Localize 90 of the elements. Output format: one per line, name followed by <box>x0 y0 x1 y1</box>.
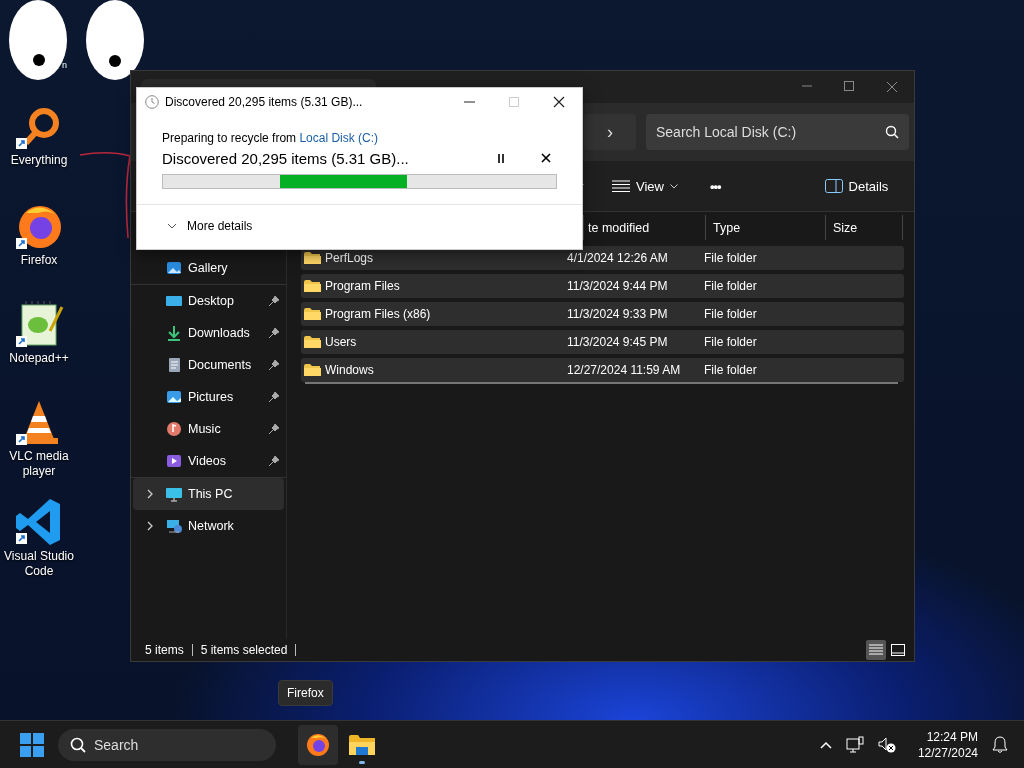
table-cell-text: File folder <box>704 363 758 377</box>
progress-status: Discovered 20,295 items (5.31 GB)... <box>162 149 409 167</box>
folder-icon <box>304 279 321 293</box>
file-name: Program Files (x86) <box>325 307 431 321</box>
document-icon <box>166 357 182 373</box>
desktop-label: n <box>62 60 67 70</box>
selection-count: 5 items selected <box>200 643 288 657</box>
details-pane-icon <box>824 179 843 193</box>
chevron-right-icon[interactable] <box>145 521 155 531</box>
table-row[interactable]: PerfLogs 4/1/2024 12:26 AM File folder <box>301 246 904 270</box>
drive-link[interactable]: Local Disk (C:) <box>299 131 379 145</box>
source-text: Preparing to recycle from Local Disk (C:) <box>162 130 380 146</box>
folder-icon <box>304 363 321 377</box>
desktop-icon-label[interactable]: Firefox <box>20 253 58 268</box>
firefox-icon <box>306 732 330 757</box>
picture-icon <box>166 389 182 405</box>
desktop-icon-label[interactable]: Visual Studio Code <box>0 549 78 579</box>
volume-muted-icon[interactable] <box>877 735 896 754</box>
folder-icon <box>304 251 321 265</box>
list-icon <box>612 180 630 192</box>
file-name: Program Files <box>325 279 400 293</box>
table-row[interactable]: Users 11/3/2024 9:45 PM File folder <box>301 330 904 354</box>
download-icon <box>166 325 182 341</box>
folder-icon <box>304 335 321 349</box>
clock-icon <box>145 95 159 109</box>
table-cell-text: 11/3/2024 9:33 PM <box>567 307 669 321</box>
monitor-icon <box>166 486 182 502</box>
chevron-right-icon[interactable] <box>145 489 155 499</box>
folder-icon <box>304 307 321 321</box>
table-cell-text: File folder <box>704 251 758 265</box>
desktop-icon-label[interactable]: VLC media player <box>0 449 78 479</box>
details-view-button[interactable] <box>866 640 886 660</box>
column-header[interactable]: Type <box>706 215 826 240</box>
desktop-icon-label[interactable]: Everything <box>10 153 68 168</box>
table-cell-text: File folder <box>704 279 758 293</box>
scrollbar[interactable] <box>305 382 898 384</box>
file-name: Users <box>325 335 357 349</box>
table-row[interactable]: Program Files (x86) 11/3/2024 9:33 PM File folder <box>301 302 904 326</box>
gallery-icon <box>166 260 182 276</box>
close-icon[interactable] <box>553 96 565 108</box>
breadcrumb-caret-button[interactable]: › <box>584 114 636 150</box>
table-cell-text: File folder <box>704 307 758 321</box>
file-name: Windows <box>325 363 374 377</box>
sidebar-item[interactable]: Gallery <box>133 252 284 284</box>
video-icon <box>166 453 182 469</box>
clock[interactable]: 12:24 PM 12/27/2024 <box>917 728 978 761</box>
tooltip: Firefox <box>278 680 333 706</box>
caret-icon <box>669 183 678 189</box>
network-icon[interactable] <box>845 735 864 754</box>
sidebar-item[interactable]: Pictures <box>133 381 284 413</box>
table-cell-text: 11/3/2024 9:44 PM <box>567 279 669 293</box>
sidebar-item[interactable]: Music <box>133 413 284 445</box>
more-options-button[interactable]: ••• <box>701 172 729 200</box>
search-icon <box>885 125 899 139</box>
folder-icon <box>349 733 375 756</box>
dialog-title: Discovered 20,295 items (5.31 GB)... <box>165 95 363 109</box>
chevron-down-icon <box>167 223 177 229</box>
desktop-icon-label[interactable]: Notepad++ <box>9 351 69 366</box>
view-button[interactable]: View <box>604 172 686 200</box>
desktop-icon <box>166 293 182 309</box>
maximize-icon[interactable] <box>844 81 854 91</box>
table-cell-text: 12/27/2024 11:59 AM <box>567 363 682 377</box>
sidebar-item[interactable]: Documents <box>133 349 284 381</box>
sidebar-item[interactable]: Downloads <box>133 317 284 349</box>
pause-button[interactable] <box>495 151 507 165</box>
sidebar-item[interactable]: Desktop <box>133 285 284 317</box>
more-details-button[interactable]: More details <box>167 219 253 233</box>
item-count: 5 items <box>145 643 184 657</box>
details-button[interactable]: Details <box>816 172 897 200</box>
table-row[interactable]: Program Files 11/3/2024 9:44 PM File folder <box>301 274 904 298</box>
table-row[interactable]: Windows 12/27/2024 11:59 AM File folder <box>301 358 904 382</box>
taskbar-search-field[interactable]: Search <box>94 728 264 761</box>
network-icon <box>166 518 182 534</box>
chevron-up-icon[interactable] <box>819 740 832 749</box>
sidebar-item[interactable]: Videos <box>133 445 284 477</box>
taskbar-app-button[interactable] <box>298 724 338 765</box>
table-cell-text: 4/1/2024 12:26 AM <box>567 251 669 265</box>
column-header[interactable]: te modified <box>584 215 706 240</box>
sidebar-item[interactable]: Network <box>133 510 284 542</box>
bell-icon[interactable] <box>992 735 1008 754</box>
cancel-button[interactable] <box>539 151 553 165</box>
table-cell-text: 11/3/2024 9:45 PM <box>567 335 669 349</box>
column-header[interactable]: Size <box>826 215 903 240</box>
file-name: PerfLogs <box>325 251 374 265</box>
music-icon <box>166 421 182 437</box>
taskbar-search-box[interactable]: Search <box>58 728 276 761</box>
table-cell-text: File folder <box>704 335 758 349</box>
start-icon[interactable] <box>20 732 44 757</box>
sidebar-item[interactable]: This PC <box>133 478 284 510</box>
search-icon <box>70 736 86 753</box>
